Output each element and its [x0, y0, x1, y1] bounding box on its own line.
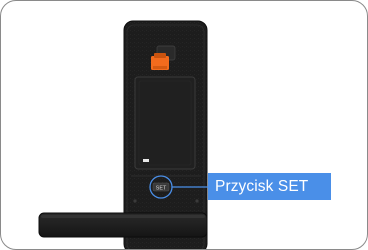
battery-compartment: [134, 76, 196, 170]
indicator-mark: [143, 159, 149, 162]
set-button-callout-label: Przycisk SET: [208, 173, 331, 200]
screw-icon: [195, 199, 199, 203]
door-handle: [38, 212, 208, 238]
instruction-card: SET Przycisk SET: [0, 0, 368, 250]
set-button-text: SET: [156, 186, 167, 192]
screw-icon: [133, 199, 137, 203]
door-lock-illustration: SET: [38, 20, 208, 249]
